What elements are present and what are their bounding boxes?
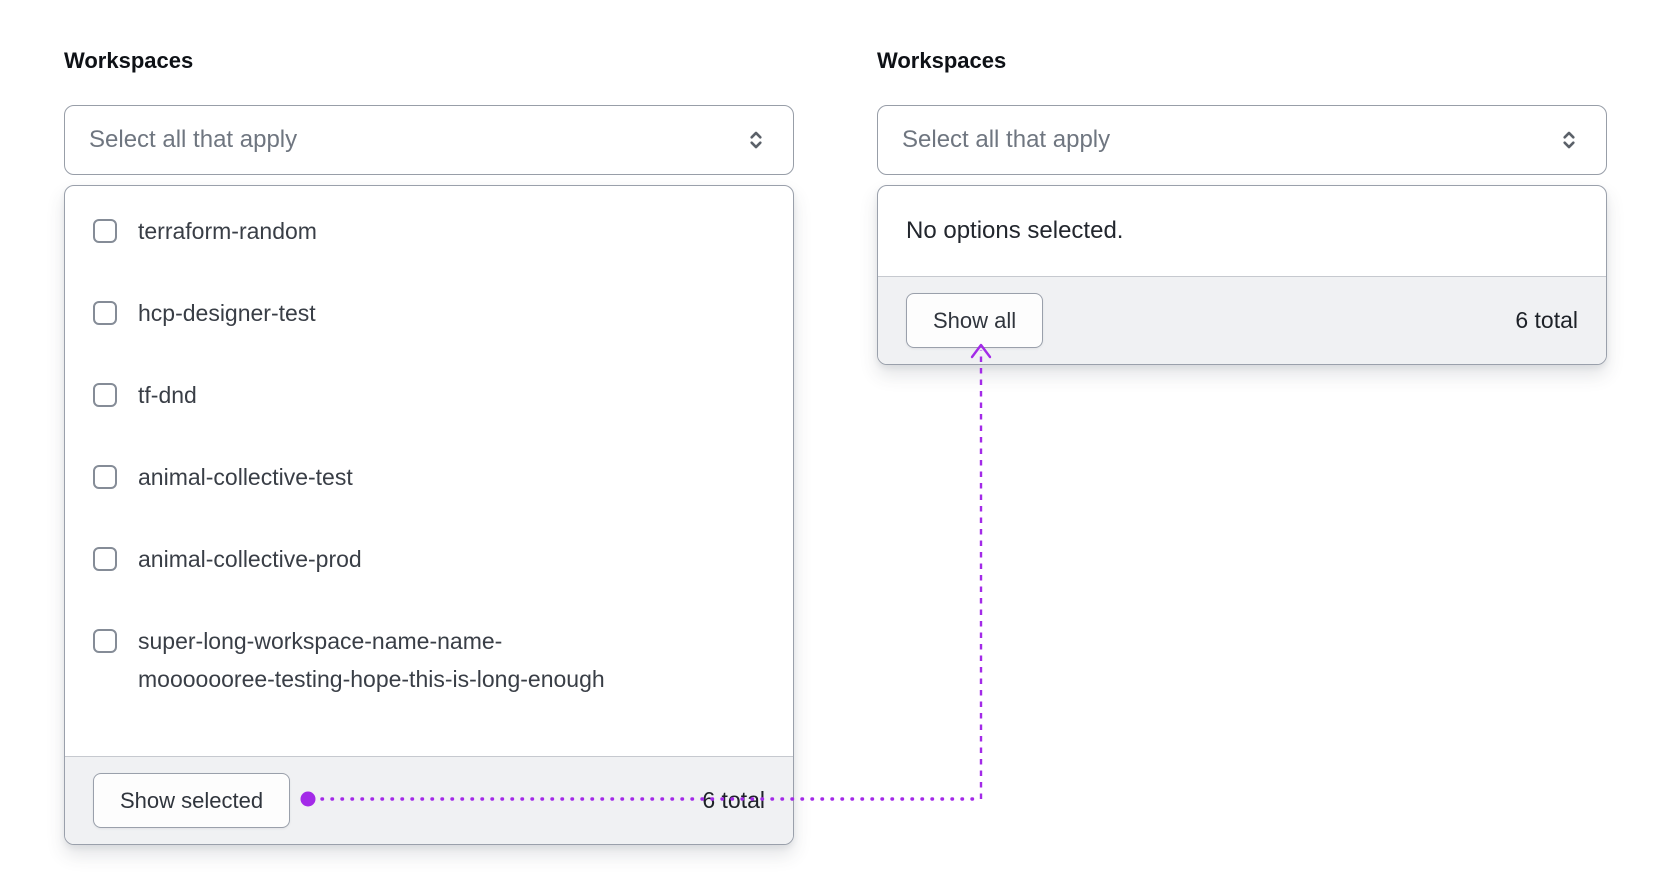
field-label: Workspaces [877,48,1007,73]
workspaces-multiselect-open: Workspaces Select all that apply terrafo… [64,46,794,845]
option-animal-collective-test[interactable]: animal-collective-test [65,436,793,518]
option-label: animal-collective-prod [138,546,362,572]
field-label: Workspaces [64,48,194,73]
toggle-placeholder: Select all that apply [89,126,298,153]
panel-footer: Show selected 6 total [65,756,793,844]
panel-footer: Show all 6 total [878,276,1606,364]
option-tf-dnd[interactable]: tf-dnd [65,354,793,436]
multiselect-toggle[interactable]: Select all that apply [877,105,1607,175]
option-checkbox[interactable] [93,547,117,571]
option-checkbox[interactable] [93,383,117,407]
option-animal-collective-prod[interactable]: animal-collective-prod [65,518,793,600]
chevrons-up-down-icon [1556,127,1582,153]
show-selected-button[interactable]: Show selected [93,773,291,828]
chevrons-up-down-icon [743,127,769,153]
empty-state-message: No options selected. [906,217,1124,244]
option-label: tf-dnd [138,382,197,408]
option-checkbox[interactable] [93,465,117,489]
option-terraform-random[interactable]: terraform-random [65,190,793,272]
option-label: hcp-designer-test [138,300,316,326]
option-list: terraform-random hcp-designer-test tf-dn… [65,186,793,756]
option-label: terraform-random [138,218,317,244]
option-label: animal-collective-test [138,464,353,490]
option-super-long-workspace[interactable]: super-long-workspace-name-name- moooooor… [65,600,793,720]
multiselect-toggle[interactable]: Select all that apply [64,105,794,175]
option-hcp-designer-test[interactable]: hcp-designer-test [65,272,793,354]
option-checkbox[interactable] [93,629,117,653]
toggle-placeholder: Select all that apply [902,126,1111,153]
options-panel: No options selected. Show all 6 total [877,185,1607,365]
show-all-button[interactable]: Show all [906,293,1044,348]
option-label: super-long-workspace-name-name- moooooor… [138,628,605,692]
total-count: 6 total [1515,307,1578,333]
options-panel: terraform-random hcp-designer-test tf-dn… [64,185,794,845]
option-checkbox[interactable] [93,301,117,325]
total-count: 6 total [702,787,765,813]
option-checkbox[interactable] [93,219,117,243]
workspaces-multiselect-empty: Workspaces Select all that apply No opti… [877,46,1607,365]
